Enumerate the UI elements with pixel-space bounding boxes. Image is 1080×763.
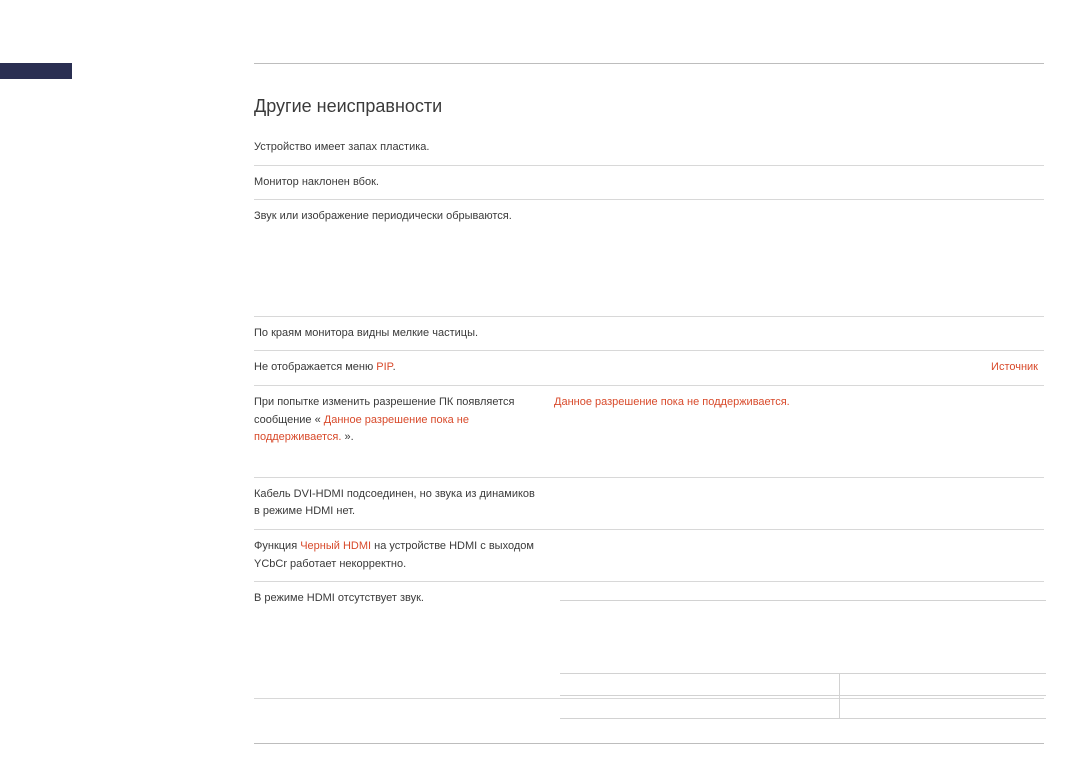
bottom-divider <box>254 743 1044 744</box>
problem-cell: Звук или изображение периодически обрыва… <box>254 200 554 317</box>
highlight-text: Источник <box>991 361 1038 373</box>
problem-text: Устройство имеет запах пластика. <box>254 141 429 153</box>
solution-cell <box>554 131 1044 165</box>
solution-cell <box>554 200 1044 317</box>
grid-cell-left <box>560 674 840 695</box>
grid-row <box>560 673 1046 696</box>
solution-cell: Данное разрешение пока не поддерживается… <box>554 385 1044 477</box>
problem-text: В режиме HDMI отсутствует звук. <box>254 592 424 604</box>
solution-cell <box>554 477 1044 529</box>
solution-cell: Источник <box>554 351 1044 386</box>
table-row: Функция Черный HDMI на устройстве HDMI с… <box>254 529 1044 581</box>
problem-text: Кабель DVI-HDMI подсоединен, но звука из… <box>254 488 535 518</box>
table-row: Кабель DVI-HDMI подсоединен, но звука из… <box>254 477 1044 529</box>
grid-cell-left <box>560 696 840 718</box>
problem-cell: Монитор наклонен вбок. <box>254 165 554 200</box>
table-row: Монитор наклонен вбок. <box>254 165 1044 200</box>
solution-cell <box>554 529 1044 581</box>
table-row: Устройство имеет запах пластика. <box>254 131 1044 165</box>
solution-cell <box>554 165 1044 200</box>
highlight-text: Черный HDMI <box>300 540 371 552</box>
problem-text: Функция <box>254 540 300 552</box>
problem-cell: По краям монитора видны мелкие частицы. <box>254 316 554 351</box>
problem-text: ». <box>344 431 353 443</box>
top-divider <box>254 63 1044 64</box>
highlight-text: Данное разрешение пока не поддерживается… <box>554 396 790 408</box>
problem-text: Не отображается меню <box>254 361 376 373</box>
problem-text: Звук или изображение периодически обрыва… <box>254 210 512 222</box>
section-title: Другие неисправности <box>254 96 1044 117</box>
highlight-text: PIP <box>376 361 392 373</box>
problem-cell: Не отображается меню PIP. <box>254 351 554 386</box>
grid-cell-right <box>840 674 1046 695</box>
problem-cell: Устройство имеет запах пластика. <box>254 131 554 165</box>
table-row: Не отображается меню PIP. Источник <box>254 351 1044 386</box>
solution-cell <box>554 316 1044 351</box>
sidebar-chip <box>0 63 72 79</box>
grid-row <box>560 696 1046 719</box>
lower-grid <box>560 600 1046 719</box>
table-row: По краям монитора видны мелкие частицы. <box>254 316 1044 351</box>
problem-cell: При попытке изменить разрешение ПК появл… <box>254 385 554 477</box>
problem-text: . <box>393 361 396 373</box>
problem-cell: В режиме HDMI отсутствует звук. <box>254 582 554 699</box>
grid-cell-right <box>840 696 1046 718</box>
table-row: Звук или изображение периодически обрыва… <box>254 200 1044 317</box>
problem-cell: Кабель DVI-HDMI подсоединен, но звука из… <box>254 477 554 529</box>
problem-cell: Функция Черный HDMI на устройстве HDMI с… <box>254 529 554 581</box>
problem-text: По краям монитора видны мелкие частицы. <box>254 327 478 339</box>
page: Другие неисправности Устройство имеет за… <box>0 0 1080 763</box>
problem-text: Монитор наклонен вбок. <box>254 176 379 188</box>
table-row: При попытке изменить разрешение ПК появл… <box>254 385 1044 477</box>
